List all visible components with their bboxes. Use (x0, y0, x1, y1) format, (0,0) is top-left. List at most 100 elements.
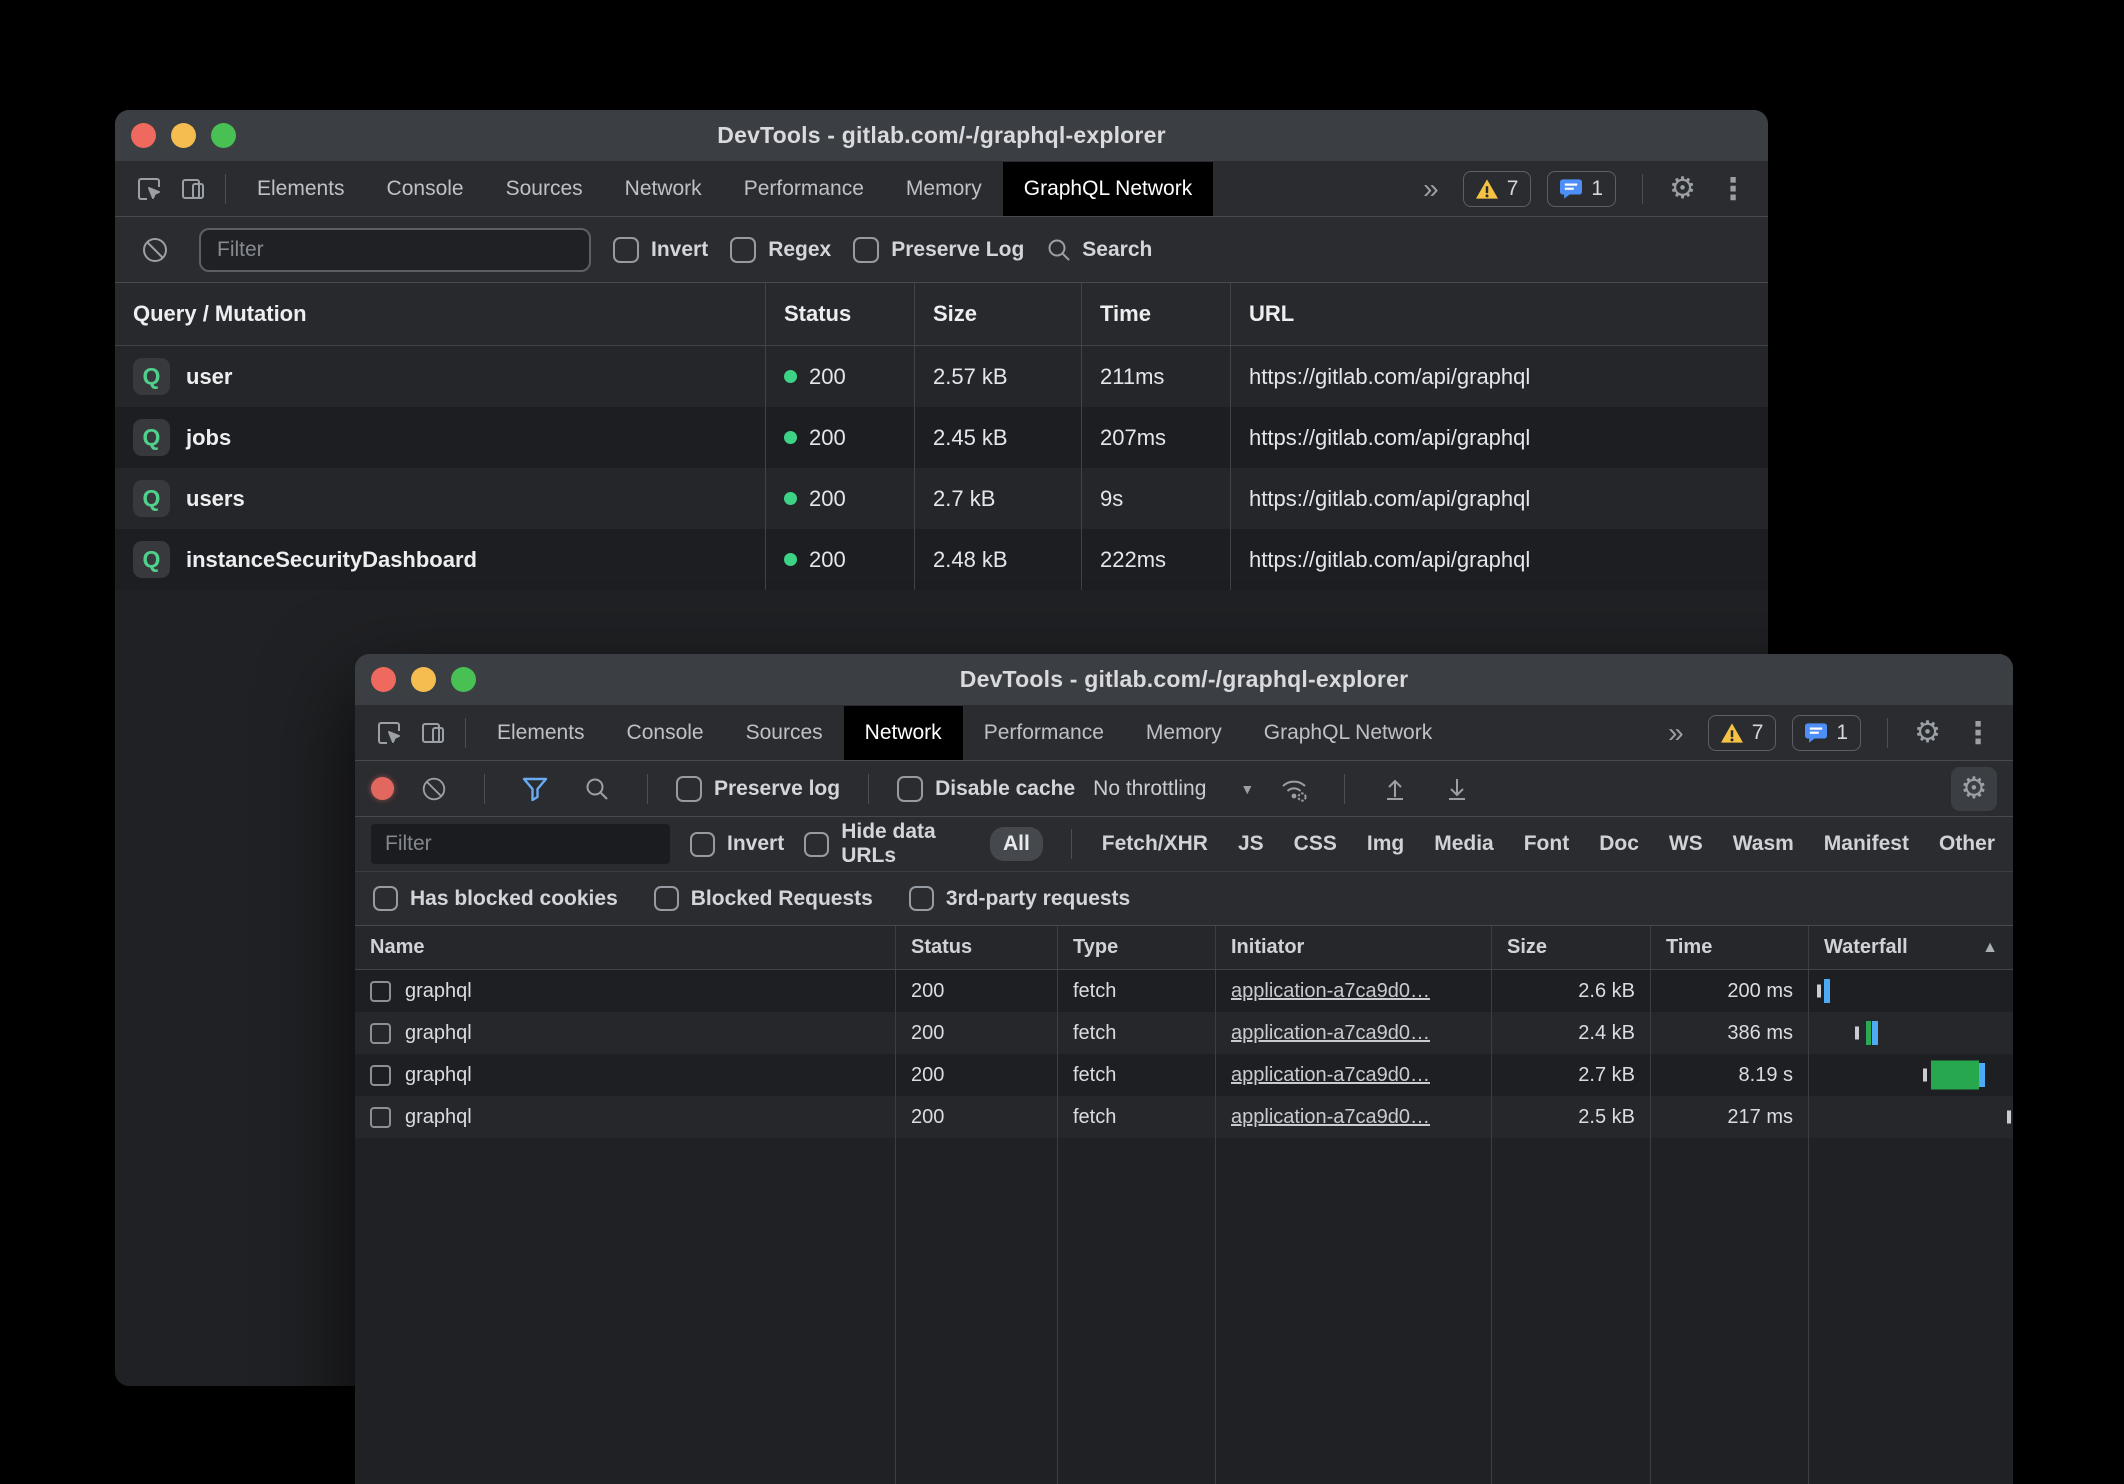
more-tabs-icon[interactable]: » (1660, 717, 1692, 749)
issues-badge[interactable]: 1 (1792, 715, 1861, 751)
chip-doc[interactable]: Doc (1597, 827, 1641, 861)
col-size[interactable]: Size (914, 283, 1081, 345)
chip-all[interactable]: All (990, 827, 1043, 861)
chip-manifest[interactable]: Manifest (1822, 827, 1911, 861)
kebab-menu-icon[interactable]: ⋮ (1957, 716, 1999, 751)
col-status[interactable]: Status (765, 283, 914, 345)
tab-performance[interactable]: Performance (963, 706, 1125, 760)
invert-checkbox[interactable] (690, 832, 715, 857)
record-button[interactable] (371, 777, 394, 800)
chip-other[interactable]: Other (1937, 827, 1997, 861)
preserve-log-checkbox-group[interactable]: Preserve log (676, 776, 840, 802)
settings-gear-icon[interactable]: ⚙ (1669, 174, 1696, 204)
chip-media[interactable]: Media (1432, 827, 1496, 861)
more-tabs-icon[interactable]: » (1415, 173, 1447, 205)
initiator-link[interactable]: application-a7ca9d0… (1231, 1106, 1430, 1129)
network-conditions-icon[interactable] (1272, 767, 1316, 811)
disable-cache-checkbox[interactable] (897, 776, 923, 802)
row-checkbox[interactable] (370, 1065, 391, 1086)
col-size[interactable]: Size (1491, 926, 1650, 969)
tab-elements[interactable]: Elements (236, 162, 366, 216)
inspect-element-icon[interactable] (367, 711, 411, 755)
close-button[interactable] (371, 667, 396, 692)
col-status[interactable]: Status (895, 926, 1057, 969)
chip-fetch-xhr[interactable]: Fetch/XHR (1100, 827, 1210, 861)
tab-console[interactable]: Console (606, 706, 725, 760)
chip-img[interactable]: Img (1365, 827, 1406, 861)
hide-data-urls-checkbox[interactable] (804, 832, 829, 857)
col-type[interactable]: Type (1057, 926, 1215, 969)
warnings-badge[interactable]: 7 (1708, 715, 1777, 751)
export-har-icon[interactable] (1435, 767, 1479, 811)
invert-checkbox[interactable] (613, 237, 639, 263)
chip-font[interactable]: Font (1522, 827, 1571, 861)
regex-checkbox[interactable] (730, 237, 756, 263)
preserve-log-checkbox[interactable] (853, 237, 879, 263)
invert-checkbox-group[interactable]: Invert (690, 832, 784, 857)
table-row[interactable]: Quser 200 2.57 kB 211ms https://gitlab.c… (115, 346, 1768, 407)
chip-wasm[interactable]: Wasm (1731, 827, 1796, 861)
close-button[interactable] (131, 123, 156, 148)
minimize-button[interactable] (411, 667, 436, 692)
device-toolbar-icon[interactable] (171, 167, 215, 211)
preserve-log-checkbox-group[interactable]: Preserve Log (853, 237, 1024, 263)
initiator-link[interactable]: application-a7ca9d0… (1231, 980, 1430, 1003)
tab-sources[interactable]: Sources (725, 706, 844, 760)
col-query-mutation[interactable]: Query / Mutation (115, 283, 765, 345)
blocked-requests-group[interactable]: Blocked Requests (654, 886, 873, 911)
col-waterfall[interactable]: Waterfall ▲ (1808, 926, 2013, 969)
row-checkbox[interactable] (370, 1023, 391, 1044)
tab-graphql-network[interactable]: GraphQL Network (1003, 162, 1213, 216)
table-row[interactable]: QinstanceSecurityDashboard 200 2.48 kB 2… (115, 529, 1768, 590)
table-row[interactable]: graphql 200 fetch application-a7ca9d0… 2… (355, 1012, 2013, 1054)
network-filter-input[interactable] (371, 824, 670, 864)
tab-sources[interactable]: Sources (485, 162, 604, 216)
zoom-button[interactable] (451, 667, 476, 692)
warnings-badge[interactable]: 7 (1463, 171, 1532, 207)
kebab-menu-icon[interactable]: ⋮ (1712, 172, 1754, 207)
device-toolbar-icon[interactable] (411, 711, 455, 755)
filter-funnel-icon[interactable] (513, 767, 557, 811)
minimize-button[interactable] (171, 123, 196, 148)
tab-console[interactable]: Console (366, 162, 485, 216)
tab-graphql-network[interactable]: GraphQL Network (1243, 706, 1453, 760)
col-time[interactable]: Time (1081, 283, 1230, 345)
zoom-button[interactable] (211, 123, 236, 148)
titlebar[interactable]: DevTools - gitlab.com/-/graphql-explorer (115, 110, 1768, 162)
tab-network[interactable]: Network (844, 706, 963, 760)
clear-icon[interactable] (412, 767, 456, 811)
tab-network[interactable]: Network (604, 162, 723, 216)
regex-checkbox-group[interactable]: Regex (730, 237, 831, 263)
initiator-link[interactable]: application-a7ca9d0… (1231, 1022, 1430, 1045)
tab-elements[interactable]: Elements (476, 706, 606, 760)
disable-cache-checkbox-group[interactable]: Disable cache (897, 776, 1075, 802)
titlebar[interactable]: DevTools - gitlab.com/-/graphql-explorer (355, 654, 2013, 706)
throttling-select[interactable]: No throttling ▼ (1093, 777, 1254, 801)
initiator-link[interactable]: application-a7ca9d0… (1231, 1064, 1430, 1087)
settings-gear-icon[interactable]: ⚙ (1914, 718, 1941, 748)
table-row[interactable]: graphql 200 fetch application-a7ca9d0… 2… (355, 1096, 2013, 1138)
third-party-requests-group[interactable]: 3rd-party requests (909, 886, 1130, 911)
blocked-requests-checkbox[interactable] (654, 886, 679, 911)
col-name[interactable]: Name (355, 926, 895, 969)
import-har-icon[interactable] (1373, 767, 1417, 811)
hide-data-urls-checkbox-group[interactable]: Hide data URLs (804, 820, 970, 868)
search-button[interactable]: Search (1046, 237, 1152, 263)
tab-performance[interactable]: Performance (723, 162, 885, 216)
chip-js[interactable]: JS (1236, 827, 1266, 861)
inspect-element-icon[interactable] (127, 167, 171, 211)
tab-memory[interactable]: Memory (1125, 706, 1243, 760)
row-checkbox[interactable] (370, 1107, 391, 1128)
clear-icon[interactable] (133, 228, 177, 272)
third-party-requests-checkbox[interactable] (909, 886, 934, 911)
issues-badge[interactable]: 1 (1547, 171, 1616, 207)
chip-ws[interactable]: WS (1667, 827, 1705, 861)
col-url[interactable]: URL (1230, 283, 1768, 345)
has-blocked-cookies-group[interactable]: Has blocked cookies (373, 886, 618, 911)
row-checkbox[interactable] (370, 981, 391, 1002)
col-time[interactable]: Time (1650, 926, 1808, 969)
table-row[interactable]: Qjobs 200 2.45 kB 207ms https://gitlab.c… (115, 407, 1768, 468)
preserve-log-checkbox[interactable] (676, 776, 702, 802)
has-blocked-cookies-checkbox[interactable] (373, 886, 398, 911)
chip-css[interactable]: CSS (1292, 827, 1339, 861)
